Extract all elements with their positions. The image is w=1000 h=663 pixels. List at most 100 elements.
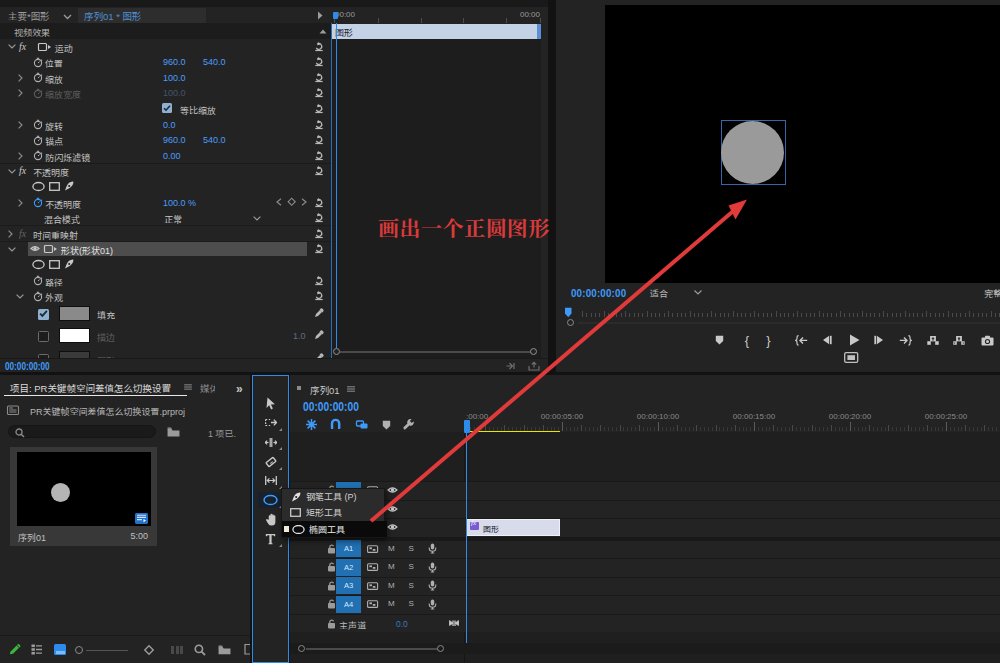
mute-button[interactable]: M — [388, 599, 395, 608]
tab-sequence-clip[interactable]: 序列01 * 图形 — [84, 9, 142, 23]
chevron-down-icon[interactable] — [63, 14, 72, 20]
reset-icon[interactable] — [314, 244, 324, 254]
tab-master-graphic[interactable]: 主要*图形 — [8, 9, 50, 23]
track-target-A3[interactable]: A3 — [336, 577, 361, 594]
create-ellipse-icon[interactable] — [32, 260, 45, 269]
find-icon[interactable] — [194, 644, 205, 655]
tl-ruler[interactable]: :00:0000:00:05:0000:00:10:0000:00:15:000… — [464, 405, 1000, 432]
property-value[interactable]: 960.0 — [163, 135, 186, 145]
reset-icon[interactable] — [314, 88, 324, 98]
master-level-value[interactable]: 0.0 — [396, 619, 408, 629]
pm-quality-select[interactable]: 完整 — [984, 287, 1000, 300]
panel-menu-icon[interactable] — [184, 384, 192, 390]
lift-button[interactable] — [925, 332, 941, 348]
uniform-scale-checkbox[interactable] — [162, 103, 172, 113]
twirl-open-icon[interactable] — [8, 169, 16, 174]
twirl-open-icon[interactable] — [16, 294, 24, 299]
new-item-icon[interactable] — [244, 644, 250, 655]
lock-icon[interactable] — [327, 562, 336, 572]
sequence-card[interactable]: 序列01 5:00 — [10, 447, 157, 546]
tool-ripple-edit[interactable] — [258, 434, 283, 450]
reset-icon[interactable] — [314, 166, 324, 176]
eye-icon[interactable] — [387, 485, 398, 495]
reset-icon[interactable] — [314, 104, 324, 114]
pm-zoom-select[interactable]: 适合 — [646, 286, 704, 298]
tl-scroll-handle-right[interactable] — [437, 645, 444, 652]
mark-out-button[interactable]: } — [761, 332, 777, 348]
reset-icon[interactable] — [314, 151, 324, 161]
lock-icon[interactable] — [327, 599, 336, 609]
freeform-view-icon[interactable] — [171, 646, 183, 654]
export-small-icon[interactable] — [528, 362, 540, 371]
create-pen-icon[interactable] — [64, 259, 74, 269]
stopwatch-icon[interactable] — [33, 291, 43, 301]
add-keyframe-icon[interactable] — [288, 198, 296, 206]
color-swatch[interactable] — [59, 328, 90, 343]
sync-lock-icon[interactable] — [367, 544, 378, 554]
solo-button[interactable]: S — [409, 599, 414, 608]
scrollbar-bar[interactable] — [306, 648, 442, 650]
tl-timecode[interactable]: 00:00:00:00 — [303, 400, 359, 414]
voiceover-mic-icon[interactable] — [428, 599, 437, 610]
stopwatch-icon[interactable] — [33, 119, 43, 129]
property-value[interactable]: 100.0 % — [163, 198, 196, 208]
step-back-button[interactable] — [819, 332, 835, 348]
lock-icon[interactable] — [327, 544, 336, 554]
track-target-A1[interactable]: A1 — [336, 540, 361, 557]
timeline-settings-wrench-icon[interactable] — [403, 419, 414, 430]
project-file-row[interactable]: PR关键帧空间差值怎么切换设置.prproj — [0, 402, 250, 420]
property-value[interactable]: 100.0 — [163, 88, 186, 98]
linked-selection-icon[interactable] — [356, 419, 368, 430]
mute-button[interactable]: M — [388, 581, 395, 590]
search-input[interactable] — [8, 425, 156, 438]
sequence-name[interactable]: 序列01 — [18, 531, 46, 544]
popup-item-2[interactable]: 椭圆工具 — [282, 521, 387, 537]
sync-lock-icon[interactable] — [367, 599, 378, 609]
prev-keyframe-icon[interactable] — [276, 198, 282, 206]
tab-close-dot[interactable] — [297, 386, 301, 390]
drawn-circle-shape[interactable] — [721, 121, 784, 184]
appearance-checkbox[interactable] — [38, 309, 49, 320]
reset-icon[interactable] — [314, 198, 324, 208]
stopwatch-icon[interactable] — [33, 57, 43, 67]
reset-icon[interactable] — [314, 135, 324, 145]
tl-hscrollbar[interactable] — [290, 643, 1000, 654]
stroke-width-value[interactable]: 1.0 — [293, 331, 306, 341]
project-writable-icon[interactable] — [9, 644, 21, 656]
tab-media-browser-partial[interactable]: 媒体 — [200, 381, 215, 394]
stopwatch-icon[interactable] — [33, 88, 43, 98]
eye-icon[interactable] — [30, 244, 40, 253]
reset-icon[interactable] — [314, 57, 324, 67]
property-value[interactable]: 100.0 — [163, 73, 186, 83]
lock-icon[interactable] — [327, 581, 336, 591]
extract-button[interactable] — [951, 332, 967, 348]
color-swatch[interactable] — [59, 306, 90, 321]
twirl-closed-icon[interactable] — [18, 89, 23, 97]
lock-icon[interactable] — [327, 619, 336, 629]
solo-button[interactable]: S — [409, 544, 414, 553]
property-value[interactable]: 540.0 — [203, 135, 226, 145]
property-value[interactable]: 960.0 — [163, 57, 186, 67]
tab-sequence01[interactable]: 序列01 — [310, 383, 340, 397]
pm-playhead[interactable] — [565, 307, 572, 318]
track-target-A2[interactable]: A2 — [336, 559, 361, 576]
shuttle-diamond-icon[interactable] — [144, 645, 154, 655]
popup-item-0[interactable]: 钢笔工具 (P) — [282, 489, 387, 505]
tool-razor[interactable] — [258, 454, 283, 470]
tool-selection[interactable] — [258, 395, 283, 411]
slider-track[interactable] — [86, 650, 128, 652]
reset-icon[interactable] — [314, 213, 324, 223]
twirl-closed-icon[interactable] — [18, 199, 23, 207]
scroll-handle-right[interactable] — [530, 348, 537, 355]
nest-toggle-icon[interactable] — [306, 419, 317, 430]
timeline-clip-graphic[interactable]: fx 图形 — [466, 519, 560, 536]
twirl-closed-icon[interactable] — [8, 230, 13, 238]
blend-mode-dropdown[interactable]: 正常 — [164, 213, 182, 226]
voiceover-mic-icon[interactable] — [428, 580, 437, 591]
tool-slip[interactable] — [258, 473, 283, 489]
new-bin-icon[interactable] — [218, 644, 231, 655]
twirl-open-icon[interactable] — [8, 44, 16, 49]
zoom-slider[interactable] — [75, 644, 128, 655]
twirl-open-icon[interactable] — [8, 247, 16, 252]
stopwatch-icon[interactable] — [33, 197, 43, 207]
